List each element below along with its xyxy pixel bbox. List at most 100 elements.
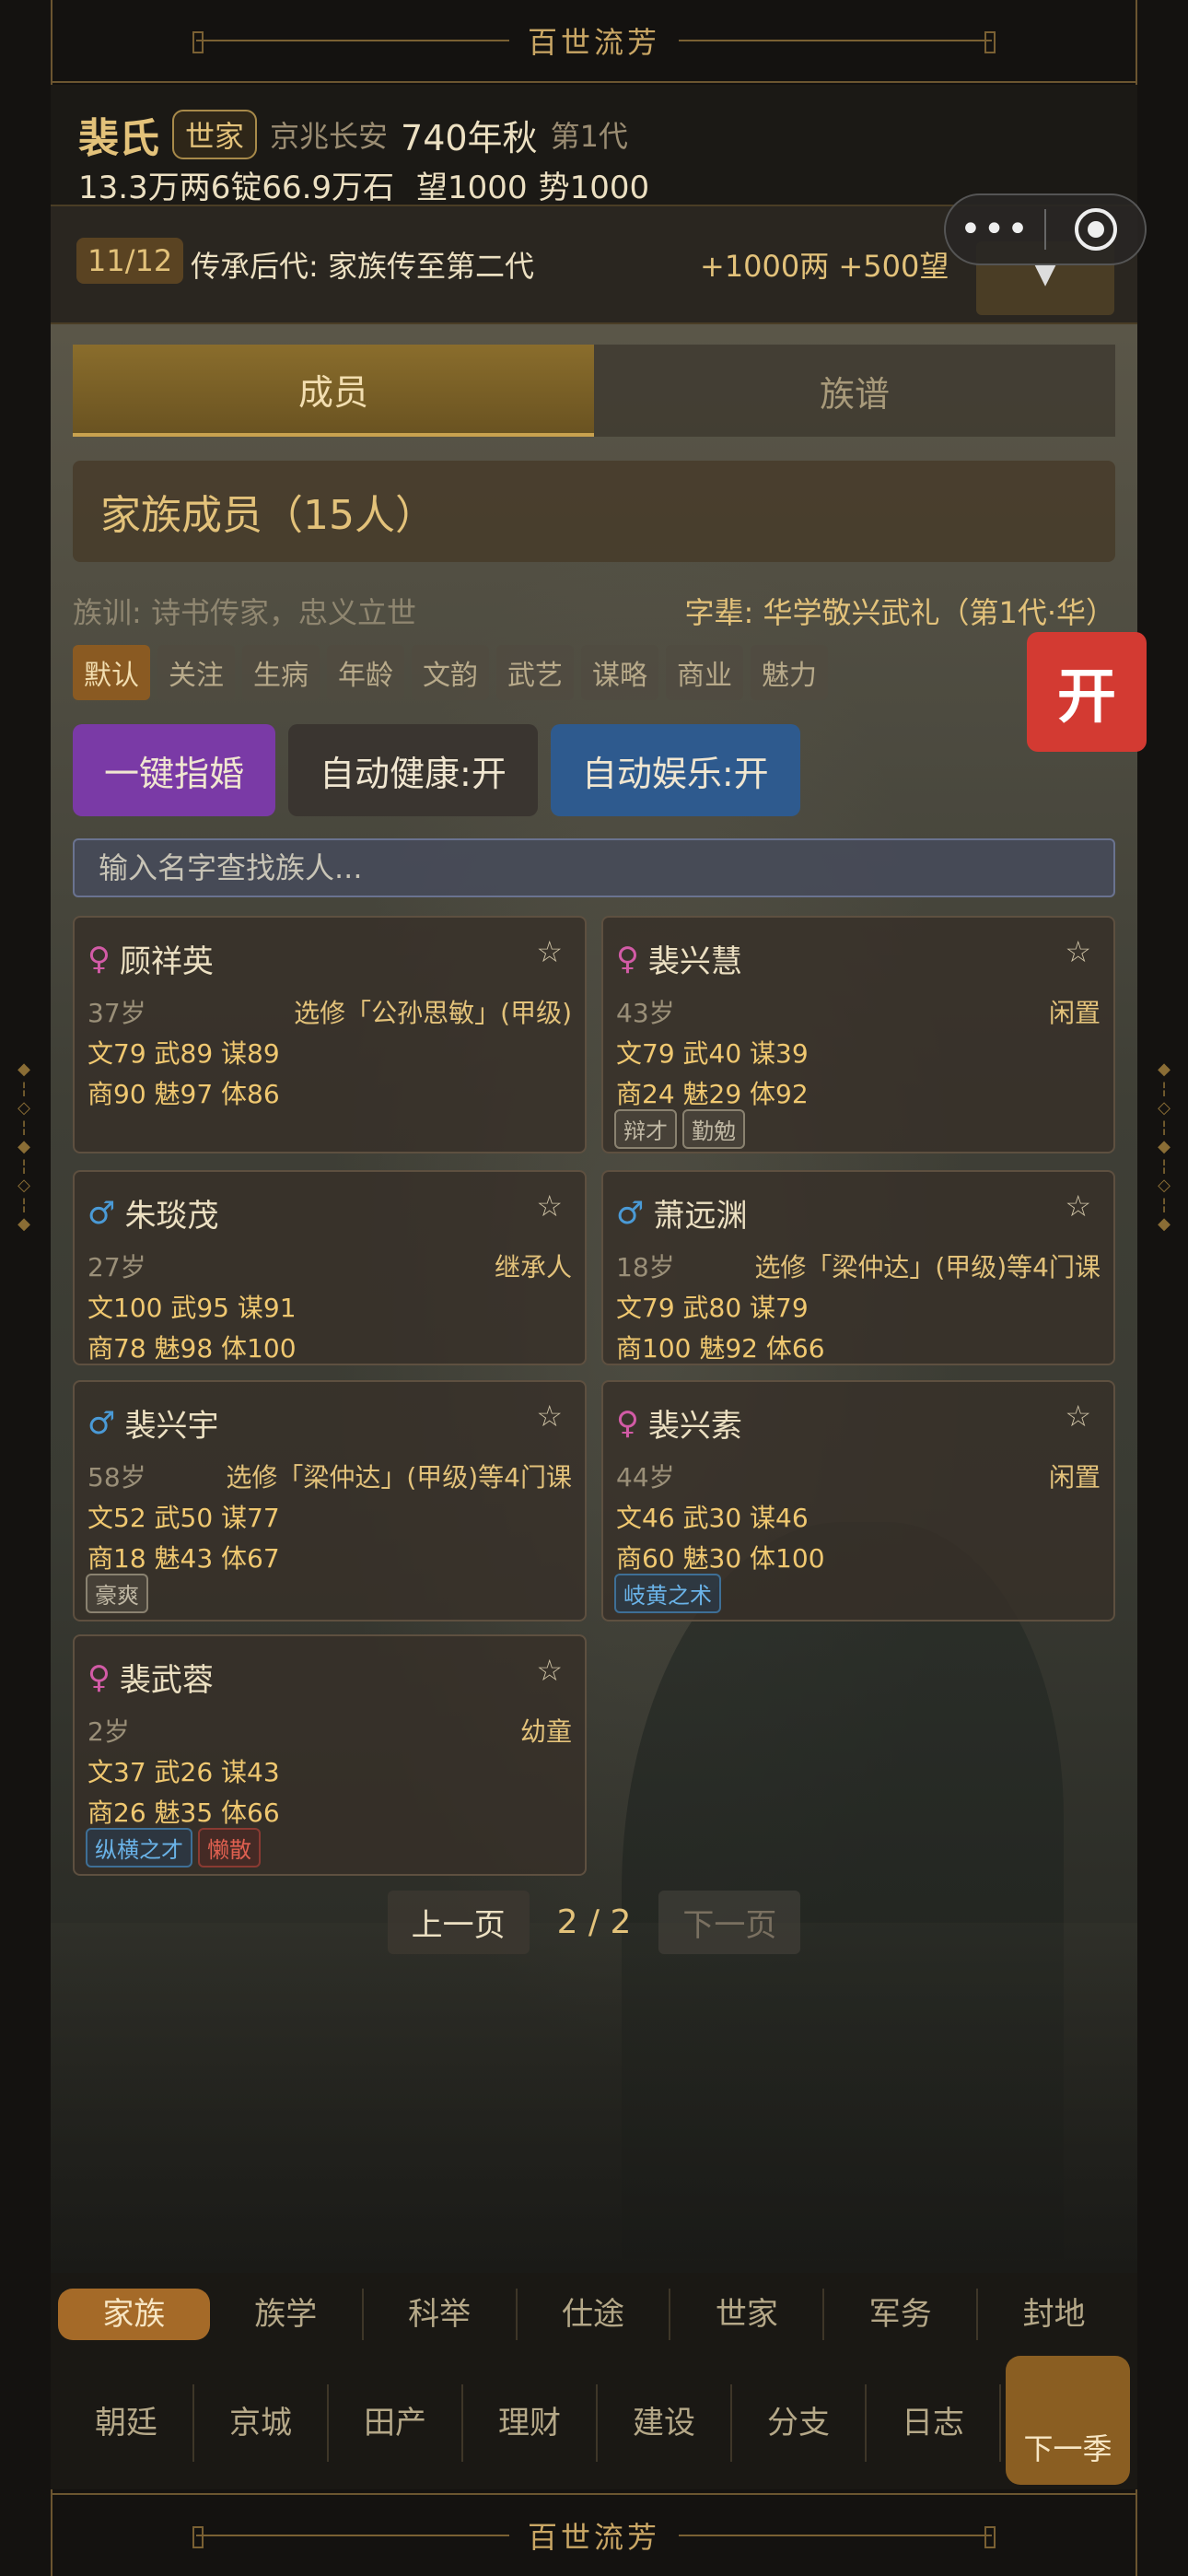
member-stats-primary: 文100 武95 谋91 (87, 1293, 297, 1323)
member-card[interactable]: ♀ 裴武蓉 ☆ 2岁 幼童 文37 武26 谋43 商26 魅35 体66 纵横之… (73, 1634, 587, 1876)
clan-rank-badge: 世家 (172, 110, 258, 159)
open-toggle-button[interactable]: 开 (1027, 632, 1147, 752)
star-icon[interactable]: ☆ (1065, 1399, 1091, 1434)
action-buttons: 一键指婚 自动健康:开 自动娱乐:开 (73, 724, 800, 816)
member-name: 朱琰茂 (124, 1198, 219, 1235)
prestige-value: 望1000 (416, 170, 528, 206)
star-icon[interactable]: ☆ (536, 934, 563, 969)
member-stats-secondary: 商24 魅29 体92 (616, 1079, 809, 1109)
female-icon: ♀ (87, 1658, 111, 1696)
nav-court[interactable]: 朝廷 (60, 2383, 194, 2462)
auto-marriage-button[interactable]: 一键指婚 (73, 724, 276, 816)
nav-imperial-exam[interactable]: 科举 (364, 2289, 518, 2340)
more-menu-icon[interactable]: ••• (946, 208, 1044, 251)
nav-branches[interactable]: 分支 (732, 2383, 867, 2462)
nav-finance[interactable]: 理财 (463, 2383, 598, 2462)
member-name: 萧远渊 (653, 1198, 748, 1235)
generation-label: 第1代 (550, 119, 628, 154)
auto-leisure-toggle[interactable]: 自动娱乐:开 (550, 724, 800, 816)
filter-default[interactable]: 默认 (73, 645, 150, 700)
filter-age[interactable]: 年龄 (327, 645, 404, 700)
nav-estates[interactable]: 田产 (329, 2383, 463, 2462)
auto-health-toggle[interactable]: 自动健康:开 (288, 724, 538, 816)
star-icon[interactable]: ☆ (1065, 934, 1091, 969)
nav-capital[interactable]: 京城 (194, 2383, 329, 2462)
member-card[interactable]: ♀ 裴兴慧 ☆ 43岁 闲置 文79 武40 谋39 商24 魅29 体92 辩才… (601, 916, 1115, 1153)
member-stats-primary: 文46 武30 谋46 (616, 1503, 809, 1533)
tab-genealogy[interactable]: 族谱 (594, 345, 1115, 437)
trait-badge: 岐黄之术 (614, 1574, 721, 1613)
trait-list: 纵横之才 懒散 (86, 1828, 261, 1868)
member-name: 裴兴宇 (124, 1408, 219, 1445)
tab-members[interactable]: 成员 (73, 345, 594, 437)
pagination: 上一页 2 / 2 下一页 (51, 1891, 1137, 1954)
member-status: 幼童 (519, 1716, 572, 1747)
member-name: 顾祥英 (119, 943, 214, 980)
prev-page-button[interactable]: 上一页 (387, 1891, 530, 1954)
member-name: 裴兴慧 (647, 943, 742, 980)
ingots-value: 6锭 (210, 170, 262, 206)
resource-row: 13.3万两6锭66.9万石 望1000 势1000 (78, 162, 649, 207)
money-value: 13.3万两 (78, 170, 211, 206)
nav-military[interactable]: 军务 (824, 2289, 979, 2340)
clan-header: 裴氏 世家 京兆长安 740年秋 第1代 13.3万两6锭66.9万石 望100… (51, 85, 1137, 207)
member-stats-secondary: 商100 魅92 体66 (616, 1333, 825, 1364)
trait-badge: 纵横之才 (86, 1828, 192, 1868)
member-stats-primary: 文37 武26 谋43 (87, 1757, 280, 1787)
left-ornament-icon: ◆ ¦ ◇ ¦ ◆ ¦ ◇ ¦ ◆ (17, 1060, 30, 1234)
filter-martial[interactable]: 武艺 (496, 645, 574, 700)
task-progress: 11/12 (76, 238, 184, 284)
nav-career[interactable]: 仕途 (518, 2289, 671, 2340)
banner-title: 百世流芳 (527, 25, 660, 60)
banner-ornament-left (192, 31, 509, 53)
member-card[interactable]: ♂ 萧远渊 ☆ 18岁 选修「梁仲达」(甲级)等4门课 文79 武80 谋79 商… (601, 1170, 1115, 1365)
trait-list: 岐黄之术 (614, 1574, 721, 1613)
next-page-button[interactable]: 下一页 (658, 1891, 801, 1954)
member-search-input[interactable] (73, 838, 1115, 897)
banner-title: 百世流芳 (527, 2520, 660, 2555)
member-stats-primary: 文79 武80 谋79 (616, 1293, 809, 1323)
member-status: 闲置 (1048, 1462, 1101, 1493)
member-card[interactable]: ♀ 顾祥英 ☆ 37岁 选修「公孙思敏」(甲级) 文79 武89 谋89 商90 … (73, 916, 587, 1153)
filter-strategy[interactable]: 谋略 (581, 645, 658, 700)
nav-construction[interactable]: 建设 (598, 2383, 732, 2462)
secondary-nav: 朝廷 京城 田产 理财 建设 分支 日志 下一季 (51, 2356, 1137, 2489)
male-icon: ♂ (616, 1194, 645, 1232)
member-stats-secondary: 商78 魅98 体100 (87, 1333, 297, 1364)
nav-clan-school[interactable]: 族学 (210, 2289, 364, 2340)
next-season-button[interactable]: 下一季 (1006, 2356, 1130, 2485)
page-indicator: 2 / 2 (556, 1903, 632, 1941)
resource-wealth: 13.3万两6锭66.9万石 (78, 162, 394, 207)
top-banner: 百世流芳 (51, 0, 1137, 83)
miniprogram-capsule: ••• (944, 193, 1147, 265)
nav-fief[interactable]: 封地 (978, 2289, 1130, 2340)
filter-business[interactable]: 商业 (666, 645, 743, 700)
clan-name: 裴氏 (78, 115, 159, 162)
member-name: 裴武蓉 (119, 1662, 214, 1699)
nav-noble-families[interactable]: 世家 (670, 2289, 825, 2340)
filter-sick[interactable]: 生病 (242, 645, 320, 700)
star-icon[interactable]: ☆ (536, 1399, 563, 1434)
member-card[interactable]: ♀ 裴兴素 ☆ 44岁 闲置 文46 武30 谋46 商60 魅30 体100 岐… (601, 1380, 1115, 1622)
filter-literary[interactable]: 文韵 (412, 645, 489, 700)
member-stats-primary: 文52 武50 谋77 (87, 1503, 280, 1533)
trait-badge: 豪爽 (86, 1574, 148, 1613)
view-tabs: 成员 族谱 (73, 345, 1115, 437)
trait-badge: 勤勉 (682, 1109, 745, 1149)
member-card[interactable]: ♂ 裴兴宇 ☆ 58岁 选修「梁仲达」(甲级)等4门课 文52 武50 谋77 商… (73, 1380, 587, 1622)
star-icon[interactable]: ☆ (536, 1653, 563, 1688)
star-icon[interactable]: ☆ (536, 1188, 563, 1224)
member-age: 44岁 (616, 1462, 675, 1493)
main-panel: 成员 族谱 家族成员（15人） 族训: 诗书传家，忠义立世 字辈: 华学敬兴武礼… (51, 324, 1137, 2273)
filter-charm[interactable]: 魅力 (751, 645, 828, 700)
filter-follow[interactable]: 关注 (157, 645, 235, 700)
nav-family[interactable]: 家族 (58, 2289, 210, 2340)
close-miniprogram-icon[interactable] (1046, 208, 1145, 251)
star-icon[interactable]: ☆ (1065, 1188, 1091, 1224)
member-card[interactable]: ♂ 朱琰茂 ☆ 27岁 继承人 文100 武95 谋91 商78 魅98 体100 (73, 1170, 587, 1365)
bottom-banner: 百世流芳 (51, 2493, 1137, 2576)
current-year: 740年秋 (401, 117, 538, 158)
member-stats-secondary: 商90 魅97 体86 (87, 1079, 280, 1109)
member-age: 58岁 (87, 1462, 146, 1493)
nav-log[interactable]: 日志 (867, 2383, 1001, 2462)
